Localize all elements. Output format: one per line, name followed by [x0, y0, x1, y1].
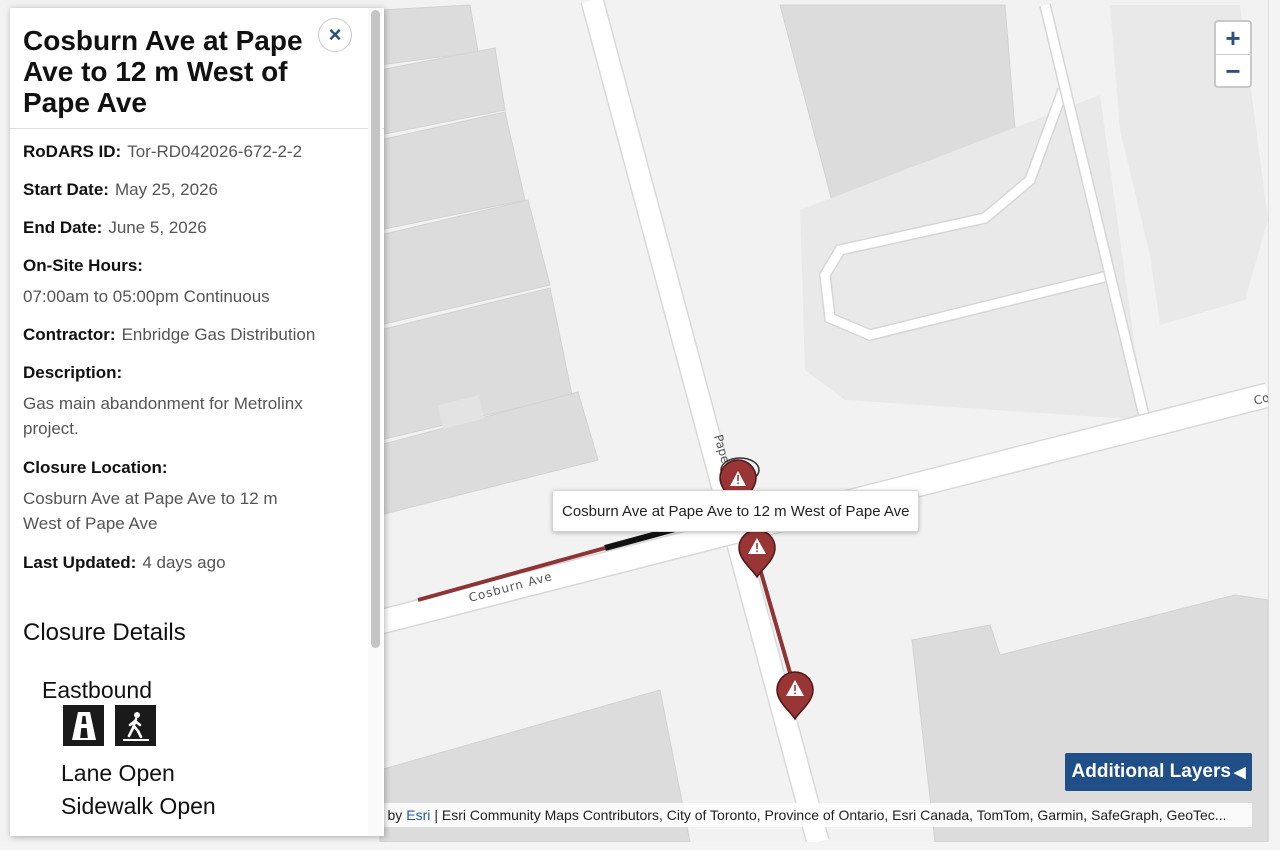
end-date-label: End Date: [23, 218, 103, 237]
closure-tooltip: Cosburn Ave at Pape Ave to 12 m West of … [552, 490, 920, 532]
direction-heading: Eastbound [42, 677, 152, 703]
map-attribution: ed by Esri | Esri Community Maps Contrib… [368, 803, 1252, 827]
attribution-text: | Esri Community Maps Contributors, City… [434, 807, 1227, 823]
closure-details-panel: Cosburn Ave at Pape Ave to 12 m West of … [10, 8, 384, 836]
arrow-left-icon: ◀ [1233, 764, 1246, 781]
contractor-value: Enbridge Gas Distribution [121, 325, 316, 344]
additional-layers-button[interactable]: Additional Layers ◀ [1065, 753, 1252, 791]
hours-label: On-Site Hours: [23, 256, 143, 275]
road-lane-icon [63, 705, 104, 746]
end-date-value: June 5, 2026 [108, 218, 207, 237]
contractor-label: Contractor: [23, 325, 116, 344]
zoom-control: + − [1214, 20, 1252, 88]
pedestrian-icon [115, 705, 156, 746]
closure-location-value: Cosburn Ave at Pape Ave to 12 m West of … [23, 489, 278, 533]
rodars-value: Tor-RD042026-672-2-2 [127, 142, 303, 161]
rodars-row: RoDARS ID: Tor-RD042026-672-2-2 [23, 139, 302, 164]
hours-value: 07:00am to 05:00pm Continuous [23, 287, 270, 306]
contractor-row: Contractor: Enbridge Gas Distribution [23, 322, 315, 347]
closure-icons [63, 705, 156, 746]
additional-layers-label: Additional Layers [1071, 761, 1231, 782]
start-date-label: Start Date: [23, 180, 109, 199]
zoom-out-button[interactable]: − [1216, 55, 1250, 87]
start-date-value: May 25, 2026 [114, 180, 218, 199]
end-date-row: End Date: June 5, 2026 [23, 215, 207, 240]
esri-link[interactable]: Esri [406, 807, 430, 823]
closure-details-heading: Closure Details [23, 619, 186, 646]
rodars-label: RoDARS ID: [23, 142, 122, 161]
start-date-row: Start Date: May 25, 2026 [23, 177, 218, 202]
zoom-in-button[interactable]: + [1216, 22, 1250, 55]
sidewalk-status: Sidewalk Open [61, 793, 216, 819]
panel-header: Cosburn Ave at Pape Ave to 12 m West of … [10, 8, 384, 129]
description-label: Description: [23, 363, 123, 382]
closure-location-label: Closure Location: [23, 458, 168, 477]
street-label-cosburn-east: Co [1252, 390, 1268, 408]
last-updated-value: 4 days ago [142, 553, 226, 572]
scrollbar-thumb[interactable] [371, 10, 380, 648]
panel-title: Cosburn Ave at Pape Ave to 12 m West of … [23, 25, 303, 118]
close-icon: × [328, 22, 342, 47]
last-updated-row: Last Updated: 4 days ago [23, 550, 226, 575]
description-value: Gas main abandonment for Metrolinx proje… [23, 394, 303, 438]
lane-status: Lane Open [61, 760, 175, 786]
last-updated-label: Last Updated: [23, 553, 137, 572]
close-button[interactable]: × [318, 18, 352, 52]
